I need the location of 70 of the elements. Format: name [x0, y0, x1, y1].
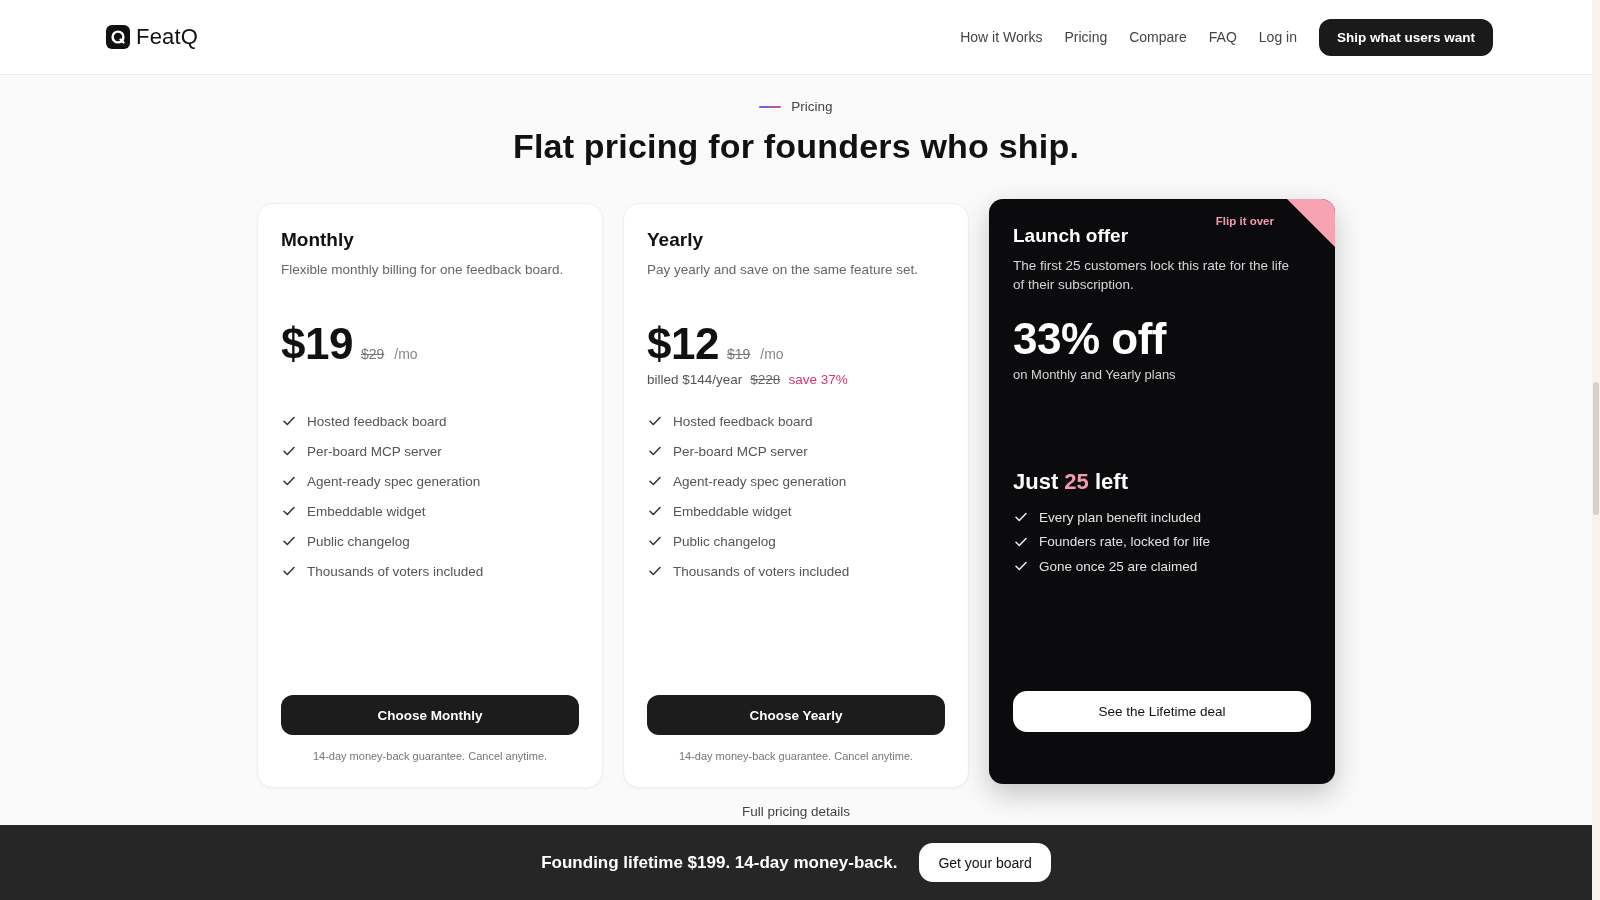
check-icon: [649, 476, 661, 486]
logo-icon: [106, 25, 130, 49]
check-icon: [283, 446, 295, 456]
old-yearly-price: $228: [750, 371, 781, 389]
nav-link[interactable]: Pricing: [1064, 29, 1108, 45]
feature-text: Per-board MCP server: [673, 443, 808, 459]
offer-feature-text: Gone once 25 are claimed: [1039, 558, 1198, 574]
get-board-button[interactable]: Get your board: [919, 843, 1051, 882]
feature-text: Embeddable widget: [673, 503, 792, 519]
discount-amount: 33% off: [1013, 315, 1168, 363]
choose-plan-button[interactable]: Choose Yearly: [647, 695, 945, 735]
feature-text: Thousands of voters included: [673, 563, 850, 579]
check-icon: [649, 566, 661, 576]
feature-text: Agent-ready spec generation: [673, 473, 847, 489]
guarantee-note: 14-day money-back guarantee. Cancel anytime.: [677, 749, 915, 764]
check-icon: [649, 506, 661, 516]
check-icon: [1015, 512, 1027, 523]
full-pricing-link[interactable]: Full pricing details: [741, 804, 850, 820]
offer-feature-text: Every plan benefit included: [1039, 509, 1202, 525]
plan-name: Yearly: [647, 228, 704, 252]
check-icon: [283, 566, 295, 576]
nav-link[interactable]: How it Works: [960, 29, 1043, 45]
check-icon: [1015, 536, 1027, 547]
offer-title: Launch offer: [1013, 224, 1130, 248]
offer-description: The first 25 customers lock this rate for the life of their subscription.: [1013, 257, 1291, 294]
choose-plan-button[interactable]: Choose Monthly: [281, 695, 579, 735]
feature-text: Agent-ready spec generation: [307, 473, 481, 489]
flip-card-link[interactable]: Flip it over: [1215, 214, 1274, 228]
feature-text: Per-board MCP server: [307, 443, 442, 459]
lifetime-deal-button[interactable]: See the Lifetime deal: [1013, 691, 1311, 732]
plan-name: Monthly: [281, 228, 355, 252]
nav-link[interactable]: Compare: [1129, 29, 1187, 45]
logo-text[interactable]: FeatQ: [136, 24, 199, 50]
feature-text: Embeddable widget: [307, 503, 426, 519]
feature-text: Public changelog: [673, 533, 776, 549]
check-icon: [283, 506, 295, 516]
nav-link[interactable]: FAQ: [1208, 29, 1237, 45]
scrollbar-thumb[interactable]: [1593, 382, 1599, 515]
check-icon: [283, 476, 295, 486]
discount-note: on Monthly and Yearly plans: [1013, 366, 1177, 384]
savings-label: save 37%: [788, 371, 848, 389]
price: $19: [281, 320, 353, 368]
offer-feature-text: Founders rate, locked for life: [1039, 534, 1211, 550]
cta-button[interactable]: Ship what users want: [1318, 18, 1493, 56]
check-icon: [1015, 561, 1027, 572]
feature-text: Hosted feedback board: [673, 413, 813, 429]
feature-text: Public changelog: [307, 533, 410, 549]
corner-fold-icon: [1287, 199, 1335, 247]
section-eyebrow: Pricing: [791, 98, 833, 116]
billing-period: /mo: [394, 346, 418, 362]
old-price: $19: [726, 346, 751, 362]
plan-description: Pay yearly and save on the same feature set.: [647, 261, 919, 279]
check-icon: [283, 416, 295, 426]
billing-note: billed $144/year: [647, 371, 743, 389]
nav-link[interactable]: Log in: [1258, 29, 1297, 45]
feature-text: Hosted feedback board: [307, 413, 447, 429]
spots-left-heading: Just 25 left: [1013, 468, 1129, 496]
old-price: $29: [360, 346, 385, 362]
plan-description: Flexible monthly billing for one feedback board.: [281, 261, 565, 279]
feature-text: Thousands of voters included: [307, 563, 484, 579]
section-title: Flat pricing for founders who ship.: [512, 126, 1080, 166]
price: $12: [647, 320, 719, 368]
guarantee-note: 14-day money-back guarantee. Cancel anytime.: [311, 749, 549, 764]
check-icon: [283, 536, 295, 546]
accent-line: [759, 106, 782, 108]
check-icon: [649, 416, 661, 426]
check-icon: [649, 446, 661, 456]
billing-period: /mo: [760, 346, 784, 362]
promo-text: Founding lifetime $199. 14-day money-back.: [541, 852, 898, 873]
check-icon: [649, 536, 661, 546]
